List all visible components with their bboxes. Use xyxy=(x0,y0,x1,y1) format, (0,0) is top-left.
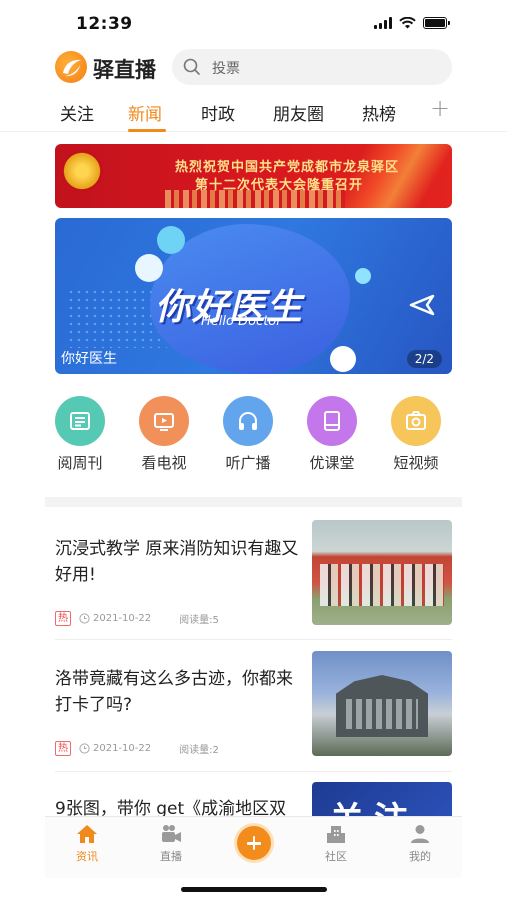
tabbar-label: 直播 xyxy=(160,850,182,863)
battery-icon xyxy=(423,17,450,29)
quick-link-label: 优课堂 xyxy=(309,454,355,472)
tabbar-live[interactable]: 直播 xyxy=(141,823,201,864)
hero-subtitle: Hello Doctor xyxy=(201,314,282,329)
quick-links: 阅周刊 看电视 听广播 优课堂 短视频 xyxy=(38,396,468,476)
clock-icon xyxy=(79,743,90,754)
status-bar: 12:39 xyxy=(0,0,507,46)
clock-icon xyxy=(79,613,90,624)
hero-caption: 你好医生 xyxy=(61,351,117,367)
section-divider xyxy=(45,497,462,507)
wifi-icon xyxy=(399,17,416,29)
search-bar[interactable]: 投票 xyxy=(172,49,452,85)
camera-icon xyxy=(391,396,441,446)
news-title: 沉浸式教学 原来消防知识有趣又好用! xyxy=(55,539,299,585)
active-tab-indicator xyxy=(128,129,166,132)
tabbar-label: 我的 xyxy=(409,850,431,863)
quick-link-short-video[interactable]: 短视频 xyxy=(374,396,458,473)
search-icon xyxy=(183,58,200,75)
news-date: 2021-10-22 xyxy=(93,743,152,754)
news-title: 洛带竟藏有这么多古迹，你都来打卡了吗? xyxy=(55,669,293,715)
video-camera-icon xyxy=(162,825,181,842)
news-date: 2021-10-22 xyxy=(93,613,152,624)
headphones-icon xyxy=(223,396,273,446)
tab-hot-list[interactable]: 热榜 xyxy=(362,100,396,125)
tabbar-community[interactable]: 社区 xyxy=(306,823,366,864)
hero-carousel[interactable]: 你好医生 Hello Doctor 你好医生 2/2 xyxy=(55,218,452,374)
party-emblem-icon xyxy=(61,150,103,192)
tab-news[interactable]: 新闻 xyxy=(128,100,162,125)
publish-plus-button[interactable] xyxy=(234,823,274,863)
home-indicator[interactable] xyxy=(181,887,327,892)
hero-bubble xyxy=(157,226,185,254)
quick-link-label: 听广播 xyxy=(225,454,271,472)
quick-link-label: 短视频 xyxy=(393,454,439,472)
news-reads: 阅读量:2 xyxy=(179,745,219,756)
quick-link-radio[interactable]: 听广播 xyxy=(206,396,290,473)
hero-bubble xyxy=(330,346,356,372)
app-title: 驿直播 xyxy=(93,58,156,82)
quick-link-label: 看电视 xyxy=(141,454,187,472)
hero-bubble xyxy=(355,268,371,284)
carousel-counter: 2/2 xyxy=(406,350,442,368)
app-header: 驿直播 投票 xyxy=(0,46,507,88)
signal-icon xyxy=(374,17,392,29)
home-icon xyxy=(77,825,97,843)
tabbar-label: 资讯 xyxy=(76,850,98,863)
news-thumbnail: 关注 xyxy=(312,782,452,818)
quick-link-label: 阅周刊 xyxy=(57,454,103,472)
status-icons xyxy=(374,17,450,29)
news-meta: 热 2021-10-22 阅读量:5 xyxy=(55,611,219,626)
news-thumbnail xyxy=(312,520,452,625)
banner-line2: 第十二次代表大会隆重召开 xyxy=(195,178,364,193)
news-meta: 热 2021-10-22 阅读量:2 xyxy=(55,741,219,756)
hot-badge: 热 xyxy=(55,741,71,756)
tab-politics[interactable]: 时政 xyxy=(201,100,235,125)
add-tab-icon[interactable]: + xyxy=(430,94,450,122)
search-placeholder: 投票 xyxy=(212,61,240,77)
news-item[interactable]: 9张图，带你 get《成渝地区双城 关注 xyxy=(55,772,452,818)
news-reads: 阅读量:5 xyxy=(179,615,219,626)
quick-link-weekly[interactable]: 阅周刊 xyxy=(38,396,122,473)
tabbar-label: 社区 xyxy=(325,850,347,863)
news-title: 9张图，带你 get《成渝地区双城 xyxy=(55,799,287,818)
tabbar-profile[interactable]: 我的 xyxy=(390,823,450,864)
news-thumbnail xyxy=(312,651,452,756)
newspaper-icon xyxy=(55,396,105,446)
quick-link-tv[interactable]: 看电视 xyxy=(122,396,206,473)
play-arrow-icon xyxy=(409,294,435,316)
status-time: 12:39 xyxy=(76,14,133,34)
tabbar-news[interactable]: 资讯 xyxy=(57,823,117,864)
thumb-text: 关注 xyxy=(330,792,418,818)
book-icon xyxy=(307,396,357,446)
tab-follow[interactable]: 关注 xyxy=(60,100,94,125)
news-item[interactable]: 沉浸式教学 原来消防知识有趣又好用! 热 2021-10-22 阅读量:5 xyxy=(55,508,452,640)
news-item[interactable]: 洛带竟藏有这么多古迹，你都来打卡了吗? 热 2021-10-22 阅读量:2 xyxy=(55,640,452,772)
tv-icon xyxy=(139,396,189,446)
user-icon xyxy=(411,825,429,843)
channel-tabs: 关注 新闻 时政 朋友圈 热榜 + xyxy=(0,94,507,132)
tab-friends[interactable]: 朋友圈 xyxy=(273,100,324,125)
app-logo xyxy=(55,51,87,83)
quick-link-class[interactable]: 优课堂 xyxy=(290,396,374,473)
banner-line1: 热烈祝贺中国共产党成都市龙泉驿区 xyxy=(175,160,400,175)
hot-badge: 热 xyxy=(55,611,71,626)
announcement-banner[interactable]: 热烈祝贺中国共产党成都市龙泉驿区 第十二次代表大会隆重召开 xyxy=(55,144,452,208)
building-icon xyxy=(327,826,345,843)
bottom-tab-bar: 资讯 直播 社区 我的 xyxy=(45,816,462,878)
